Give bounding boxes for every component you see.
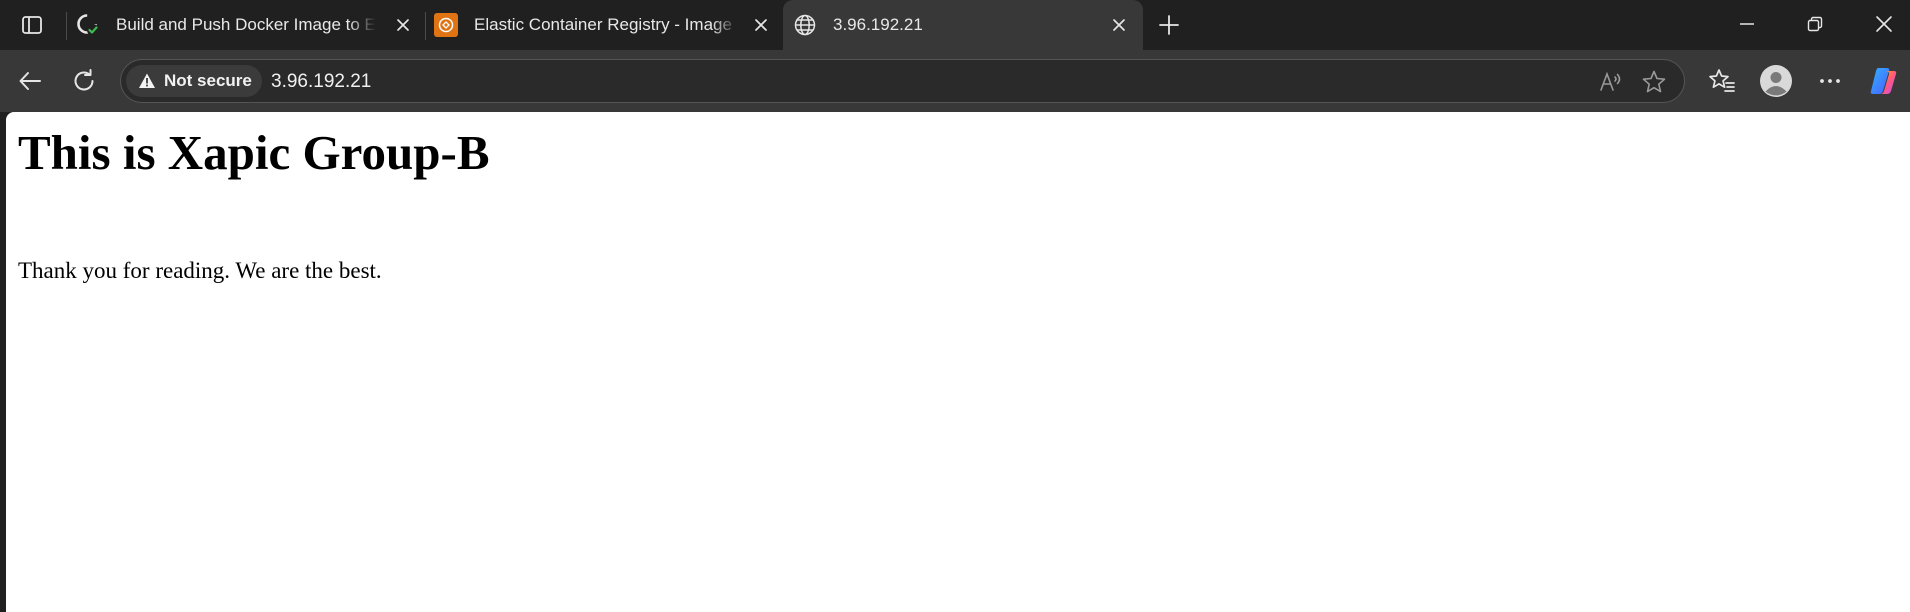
- page-heading: This is Xapic Group-B: [18, 125, 490, 180]
- address-bar[interactable]: Not secure 3.96.192.21: [120, 59, 1685, 103]
- security-label: Not secure: [164, 71, 252, 90]
- avatar-icon[interactable]: [1760, 65, 1792, 97]
- star-icon[interactable]: [1641, 69, 1667, 95]
- aws-ecr-icon: [434, 13, 458, 37]
- favorites-icon[interactable]: [1706, 65, 1738, 97]
- security-indicator[interactable]: Not secure: [126, 65, 262, 97]
- more-icon[interactable]: [1814, 65, 1846, 97]
- warning-icon: [139, 73, 155, 88]
- tab-separator: [66, 12, 67, 40]
- tab-github-actions[interactable]: Build and Push Docker Image to E: [76, 0, 420, 50]
- close-tab-icon[interactable]: [391, 13, 415, 37]
- plus-icon[interactable]: [1155, 11, 1183, 39]
- page-viewport: This is Xapic Group-B Thank you for read…: [6, 112, 1910, 612]
- copilot-icon[interactable]: [1868, 65, 1900, 97]
- tab-elastic-container-registry[interactable]: Elastic Container Registry - Image: [434, 0, 780, 50]
- tab-title: 3.96.192.21: [833, 15, 923, 34]
- refresh-icon[interactable]: [68, 65, 100, 97]
- globe-icon: [793, 13, 817, 37]
- github-actions-icon: [76, 13, 100, 37]
- close-tab-icon[interactable]: [1107, 13, 1131, 37]
- tab-title: Elastic Container Registry - Image: [474, 15, 739, 35]
- close-tab-icon[interactable]: [749, 13, 773, 37]
- browser-toolbar: Not secure 3.96.192.21: [0, 50, 1910, 112]
- url-text[interactable]: 3.96.192.21: [271, 71, 371, 93]
- close-window-icon[interactable]: [1870, 10, 1898, 38]
- page-paragraph: Thank you for reading. We are the best.: [18, 258, 382, 283]
- read-aloud-icon[interactable]: [1598, 69, 1624, 95]
- tab-title: Build and Push Docker Image to E: [116, 15, 376, 35]
- tab-actions-icon[interactable]: [14, 11, 50, 39]
- tab-separator: [425, 12, 426, 40]
- minimize-icon[interactable]: [1733, 10, 1761, 38]
- back-arrow-icon[interactable]: [14, 65, 46, 97]
- restore-icon[interactable]: [1801, 10, 1829, 38]
- tab-active-site[interactable]: 3.96.192.21: [783, 0, 1143, 50]
- tab-strip: Build and Push Docker Image to E Elastic…: [0, 0, 1910, 50]
